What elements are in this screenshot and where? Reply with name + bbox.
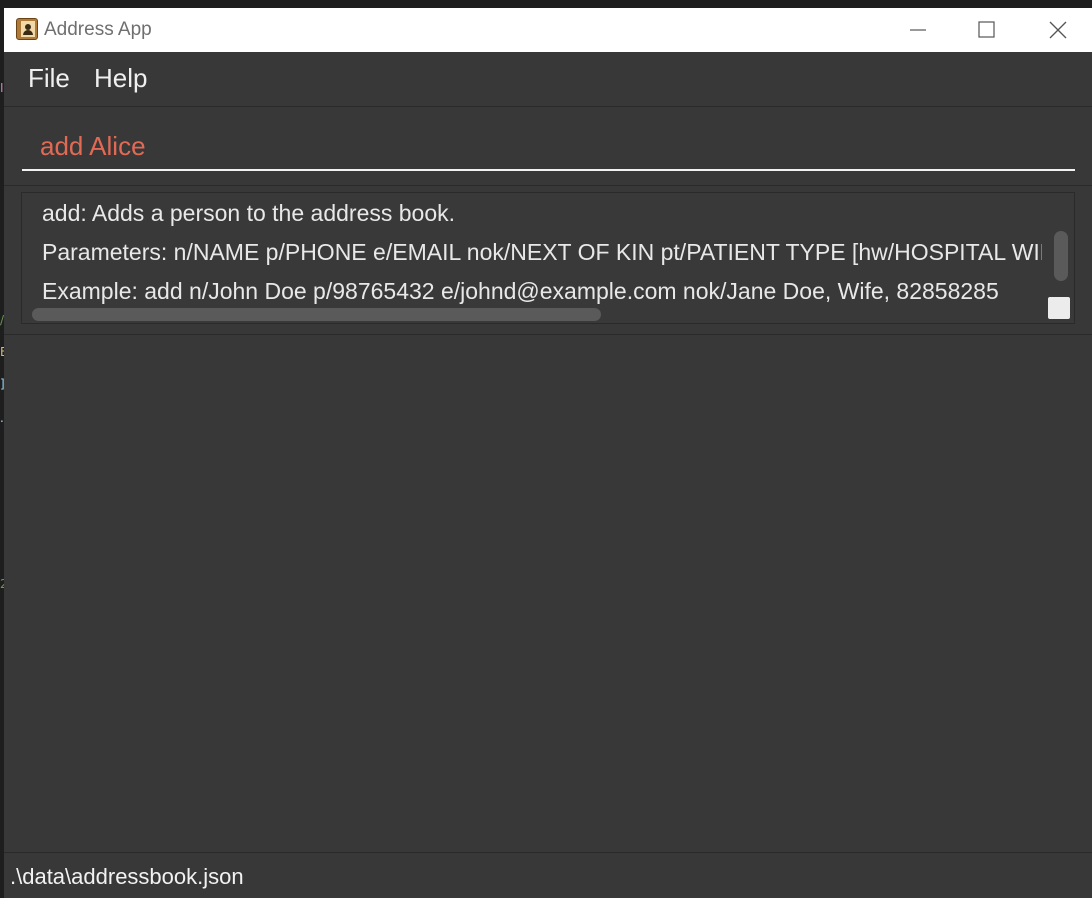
maximize-icon <box>978 21 995 38</box>
result-line: Parameters: n/NAME p/PHONE e/EMAIL nok/N… <box>42 239 1042 265</box>
close-icon <box>1049 21 1067 39</box>
command-box <box>4 107 1092 186</box>
result-line: add: Adds a person to the address book. <box>42 200 456 226</box>
status-bar: .\data\addressbook.json <box>4 852 1092 898</box>
menu-bar: File Help <box>4 52 1092 107</box>
save-file-path: .\data\addressbook.json <box>10 864 244 889</box>
result-display[interactable]: add: Adds a person to the address book. … <box>21 192 1075 324</box>
vertical-scrollbar[interactable] <box>1054 231 1068 281</box>
desktop-background <box>0 0 1092 8</box>
scrollbar-corner <box>1048 297 1070 319</box>
result-display-panel: add: Adds a person to the address book. … <box>4 186 1092 335</box>
horizontal-scrollbar[interactable] <box>32 308 601 321</box>
command-input[interactable] <box>22 123 1075 171</box>
maximize-button[interactable] <box>952 8 1020 52</box>
person-list-panel <box>4 335 1092 853</box>
title-bar[interactable]: Address App <box>4 8 1092 52</box>
menu-file[interactable]: File <box>28 62 70 94</box>
minimize-button[interactable] <box>884 8 952 52</box>
result-line: Example: add n/John Doe p/98765432 e/joh… <box>42 278 999 304</box>
address-app-window: Address App File Help add: Adds a person… <box>4 8 1092 898</box>
minimize-icon <box>910 29 926 31</box>
menu-help[interactable]: Help <box>94 62 147 94</box>
window-title: Address App <box>44 19 152 40</box>
address-book-icon <box>16 18 38 40</box>
close-button[interactable] <box>1024 8 1092 52</box>
